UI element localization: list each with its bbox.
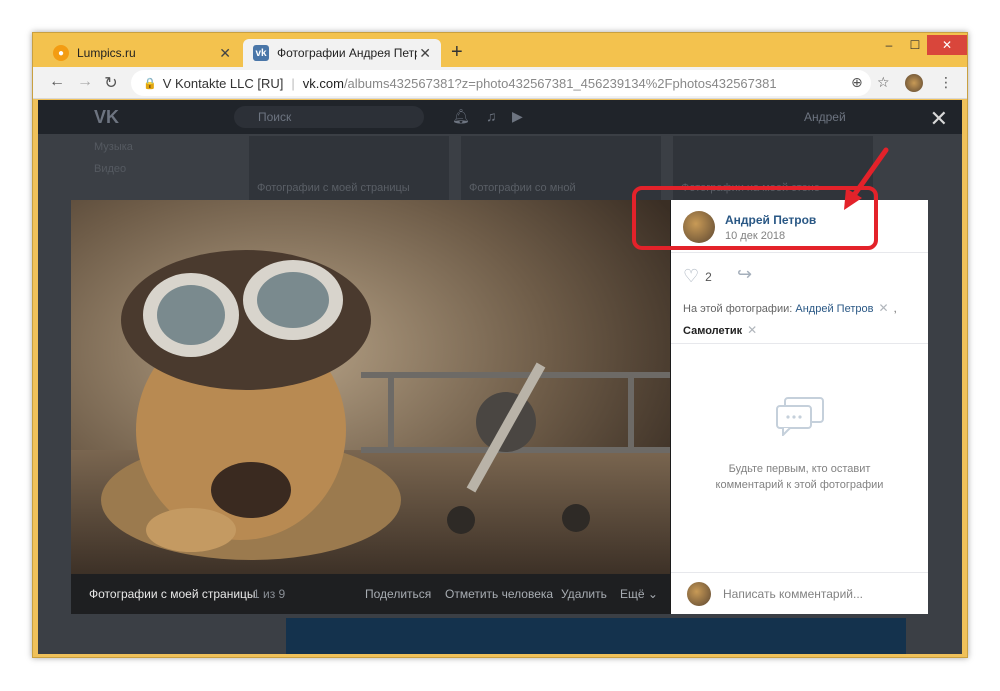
page-viewport: VK Поиск 🔔︎ ♫ ▶ Андрей ✕ Музыка Видео Фо… [38,100,962,654]
tag-person-link[interactable]: Отметить человека [445,587,553,601]
empty-comments-text: Будьте первым, кто оставит комментарий к… [691,461,908,493]
delete-link[interactable]: Удалить [561,587,607,601]
forward-arrow-icon[interactable]: → [75,73,95,91]
more-menu[interactable]: Ещё ⌄ [620,587,658,601]
album-link[interactable]: Фотографии с моей страницы [89,587,256,601]
photo-counter: 1 из 9 [253,587,286,601]
album-tiles-bottom [286,618,906,654]
bell-icon[interactable]: 🔔︎ [452,108,470,125]
sidebar-item-music[interactable]: Музыка [94,136,133,158]
comment-input[interactable]: Написать комментарий... [723,587,863,601]
minimize-button[interactable]: – [875,35,903,55]
address-separator: | [291,75,295,91]
vk-header: VK Поиск 🔔︎ ♫ ▶ Андрей ✕ [38,100,962,134]
annotation-arrow-icon [844,147,889,210]
close-viewer-icon[interactable]: ✕ [930,106,948,132]
share-arrow-icon[interactable]: ↪ [737,264,752,285]
comment-bar: Написать комментарий... [671,572,928,614]
album-tile-label: Фотографии с моей страницы [257,182,410,194]
vk-favicon-icon: vk [253,45,269,61]
tag-person-link[interactable]: Андрей Петров [795,303,873,315]
window-close-button[interactable]: ✕ [927,35,967,55]
tab-close-icon[interactable]: ✕ [419,45,431,62]
browser-window: ● Lumpics.ru ✕ vk Фотографии Андрея Петр… [32,32,968,658]
tab-title: Lumpics.ru [77,46,136,60]
album-tile[interactable]: Фотографии с моей страницы [249,136,449,200]
site-owner: V Kontakte LLC [RU] [162,75,284,91]
url-host: vk.com [302,75,344,91]
back-arrow-icon[interactable]: ← [47,73,67,91]
like-count: 2 [705,269,712,284]
vk-sidebar: Музыка Видео [94,136,133,180]
profile-avatar[interactable] [905,74,923,92]
tab-vk-photos[interactable]: vk Фотографии Андрея Петрова – ✕ [243,39,441,67]
address-bar[interactable]: 🔒 V Kontakte LLC [RU] | vk.com /albums43… [131,70,871,96]
comments-bubble-icon [776,397,824,436]
album-tile-label: Фотографии со мной [469,182,576,194]
bookmark-star-icon[interactable]: ☆ [877,74,890,91]
like-button[interactable]: ♡ 2 [683,266,712,287]
share-link[interactable]: Поделиться [365,587,431,601]
vk-user-name[interactable]: Андрей [804,110,846,124]
photo-bottom-bar: Фотографии с моей страницы 1 из 9 Подели… [71,574,670,614]
maximize-button[interactable]: ☐ [901,35,929,55]
vk-search-input[interactable]: Поиск [234,106,424,128]
extension-icon[interactable]: ⊕ [851,74,863,91]
photo-viewer: Фотографии с моей страницы 1 из 9 Подели… [71,200,928,614]
sidebar-item-video[interactable]: Видео [94,158,133,180]
tab-close-icon[interactable]: ✕ [219,45,231,62]
remove-tag-icon[interactable]: ✕ [747,323,757,337]
tag-object[interactable]: Самолетик [683,325,742,337]
heart-icon: ♡ [683,266,700,286]
url-path: /albums432567381?z=photo432567381_456239… [343,75,777,91]
remove-tag-icon[interactable]: ✕ [879,301,889,315]
tab-title: Фотографии Андрея Петрова – [277,46,417,60]
reload-icon[interactable]: ↻ [101,73,121,93]
dog-pilot-photo [71,200,670,574]
tag-separator: , [893,303,897,315]
photo-sidebar: Андрей Петров 10 дек 2018 ♡ 2 ↪ На этой … [671,200,928,614]
tags-label: На этой фотографии: [683,303,793,315]
lock-icon: 🔒 [143,77,157,90]
tab-lumpics[interactable]: ● Lumpics.ru ✕ [43,39,241,67]
empty-comments-line: комментарий к этой фотографии [715,479,884,491]
vk-logo[interactable]: VK [94,107,119,128]
play-icon[interactable]: ▶ [512,108,523,125]
photo-tags: На этой фотографии: Андрей Петров ✕ , Са… [671,288,928,344]
album-tile[interactable]: Фотографии со мной [461,136,661,200]
commenter-avatar [687,582,711,606]
empty-comments-line: Будьте первым, кто оставит [728,463,871,475]
new-tab-button[interactable]: + [451,41,463,64]
title-bar: ● Lumpics.ru ✕ vk Фотографии Андрея Петр… [33,33,967,67]
lumpics-favicon-icon: ● [53,45,69,61]
menu-dots-icon[interactable]: ⋮ [939,74,953,91]
photo-image[interactable] [71,200,670,574]
browser-toolbar: ← → ↻ 🔒 V Kontakte LLC [RU] | vk.com /al… [33,67,967,99]
music-icon[interactable]: ♫ [486,108,497,124]
